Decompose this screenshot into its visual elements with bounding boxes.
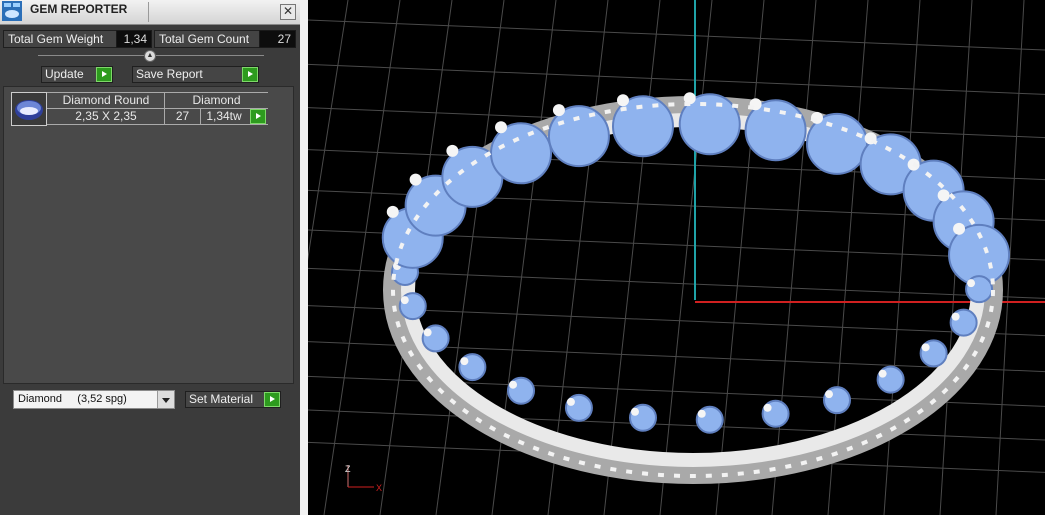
prong <box>460 357 469 366</box>
window-title: GEM REPORTER <box>30 2 128 16</box>
gem-size-cell: 2,35 X 2,35 <box>75 109 137 123</box>
chevron-down-icon[interactable] <box>157 391 174 408</box>
title-separator <box>148 2 149 22</box>
3d-viewport[interactable]: Z X <box>308 0 1045 515</box>
row-go-icon[interactable] <box>250 109 266 124</box>
prong <box>951 312 960 321</box>
gem-weight-cell: 1,34tw <box>206 109 242 123</box>
panel-divider[interactable] <box>300 0 308 515</box>
title-bar[interactable]: GEM REPORTER ✕ <box>0 0 300 25</box>
set-material-go-icon[interactable] <box>264 392 280 407</box>
prong <box>386 205 399 218</box>
prong <box>400 296 409 305</box>
close-icon[interactable]: ✕ <box>280 4 296 20</box>
set-material-button[interactable]: Set Material <box>185 391 281 408</box>
gem-shape-header: Diamond Round <box>62 93 150 107</box>
set-material-label: Set Material <box>189 392 254 406</box>
prong <box>921 343 930 352</box>
table-border-bottom <box>47 124 268 125</box>
axis-triad-icon: Z X <box>345 464 382 493</box>
prong <box>937 189 950 202</box>
gem-reporter-panel: GEM REPORTER ✕ Total Gem Weight 1,34 Tot… <box>0 0 300 515</box>
collapse-toggle-icon[interactable]: ▲ <box>144 50 156 62</box>
prong <box>697 409 706 418</box>
prong <box>423 328 432 337</box>
save-report-button[interactable]: Save Report <box>132 66 259 83</box>
gem-count-cell: 27 <box>175 109 190 123</box>
save-report-go-icon[interactable] <box>242 67 258 82</box>
gem-material-header: Diamond <box>192 93 241 107</box>
viewport-scene[interactable]: Z X <box>308 0 1045 515</box>
prong <box>566 397 575 406</box>
total-gem-weight-label: Total Gem Weight <box>3 30 117 48</box>
prong <box>495 121 508 134</box>
update-button[interactable]: Update <box>41 66 113 83</box>
prong <box>967 279 976 288</box>
x-axis-label: X <box>376 483 382 493</box>
total-gem-weight-value: 1,34 <box>116 30 152 48</box>
prong <box>825 390 833 399</box>
prong <box>409 173 422 186</box>
material-select[interactable]: Diamond (3,52 spg) <box>13 390 175 409</box>
prong <box>630 407 639 416</box>
prong <box>878 369 887 378</box>
prong <box>446 144 459 157</box>
update-label: Update <box>45 67 84 81</box>
total-gem-count-label: Total Gem Count <box>154 30 262 48</box>
prong <box>763 403 772 412</box>
save-report-label: Save Report <box>136 67 203 81</box>
update-go-icon[interactable] <box>96 67 112 82</box>
prong <box>552 104 565 117</box>
gem-reporter-app-icon <box>2 1 22 21</box>
gem-list: Diamond Round Diamond 2,35 X 2,35 27 1,3… <box>3 86 294 384</box>
round-gem-icon <box>11 92 47 126</box>
prong <box>953 222 966 235</box>
material-select-value: Diamond (3,52 spg) <box>18 393 127 405</box>
prong <box>509 380 518 389</box>
total-gem-count-value: 27 <box>259 30 296 48</box>
z-axis-label: Z <box>345 464 351 474</box>
prong <box>616 94 629 107</box>
